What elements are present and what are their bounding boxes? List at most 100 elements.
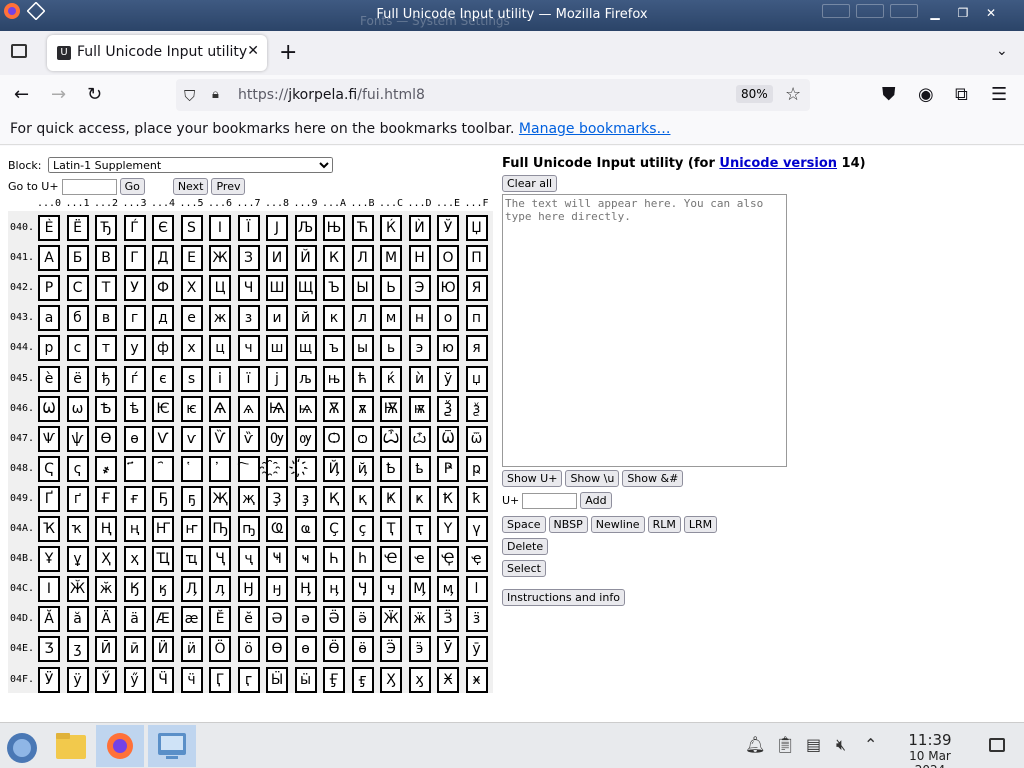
char-cell[interactable]: ӆ — [209, 576, 231, 603]
char-cell[interactable]: ҿ — [465, 546, 488, 573]
char-cell[interactable]: њ — [323, 365, 345, 392]
char-cell[interactable]: н — [408, 305, 431, 332]
char-cell[interactable]: Ӽ — [380, 666, 402, 693]
char-cell[interactable]: ҧ — [237, 516, 260, 542]
char-cell[interactable]: Ҙ — [266, 485, 288, 512]
char-cell[interactable]: ҕ — [180, 485, 203, 512]
char-cell[interactable]: З — [237, 245, 260, 272]
restore-icon[interactable]: ❐ — [952, 4, 974, 22]
go-button[interactable]: Go — [119, 178, 145, 195]
char-cell[interactable]: ѵ — [180, 425, 203, 452]
char-cell[interactable]: Ҽ — [380, 546, 402, 573]
char-cell[interactable]: Б — [66, 245, 89, 272]
char-cell[interactable]: У — [123, 275, 146, 302]
char-cell[interactable]: ҩ — [294, 516, 317, 542]
char-cell[interactable]: ѳ — [123, 425, 146, 452]
char-cell[interactable]: ѹ — [294, 425, 317, 452]
start-menu-button[interactable] — [0, 725, 48, 767]
char-cell[interactable]: з — [237, 305, 260, 332]
instructions-button[interactable]: Instructions and info — [502, 589, 625, 606]
char-cell[interactable]: Ӗ — [209, 606, 231, 633]
char-cell[interactable]: Ӣ — [95, 636, 117, 663]
char-cell[interactable]: Ӓ — [95, 606, 117, 633]
char-cell[interactable]: ѕ — [180, 365, 203, 392]
char-cell[interactable]: В — [95, 245, 117, 272]
newline-button[interactable]: Newline — [590, 516, 645, 533]
char-cell[interactable]: Җ — [209, 485, 231, 512]
char-cell[interactable]: ш — [266, 335, 288, 362]
char-cell[interactable]: ѿ — [465, 425, 488, 452]
char-cell[interactable]: Ҥ — [152, 516, 174, 542]
char-cell[interactable]: ђ — [95, 365, 117, 392]
char-cell[interactable]: Ѿ — [437, 425, 459, 452]
char-cell[interactable]: Љ — [294, 215, 317, 241]
char-cell[interactable]: Һ — [323, 546, 345, 573]
char-cell[interactable]: Ъ — [323, 275, 345, 302]
char-cell[interactable]: ґ — [66, 485, 89, 512]
char-cell[interactable]: ҷ — [237, 546, 260, 573]
tab-close-icon[interactable]: ✕ — [247, 43, 259, 59]
system-settings-taskbar-button[interactable] — [148, 725, 196, 767]
char-cell[interactable]: Щ — [294, 275, 317, 302]
notifications-icon[interactable]: 🔔︎ — [745, 735, 765, 754]
char-cell[interactable]: Ц — [209, 275, 231, 302]
char-cell[interactable]: Ӷ — [209, 666, 231, 693]
char-cell[interactable]: о — [437, 305, 459, 332]
char-cell[interactable]: ё — [66, 365, 89, 392]
char-cell[interactable]: Ң — [95, 516, 117, 542]
char-cell[interactable]: А — [38, 245, 60, 272]
char-cell[interactable]: д — [152, 305, 174, 332]
char-cell[interactable]: К — [323, 245, 345, 272]
char-cell[interactable]: ҏ — [465, 455, 488, 482]
char-cell[interactable]: Њ — [323, 215, 345, 241]
char-cell[interactable]: ж — [209, 305, 231, 332]
char-cell[interactable]: Т — [95, 275, 117, 302]
char-cell[interactable]: ӈ — [266, 576, 288, 603]
select-button[interactable]: Select — [502, 560, 546, 577]
char-cell[interactable]: Ӕ — [152, 606, 174, 633]
char-cell[interactable]: Ѵ — [152, 425, 174, 452]
clipboard-icon[interactable]: 📋︎ — [775, 735, 795, 754]
char-cell[interactable]: ӓ — [123, 606, 146, 633]
char-cell[interactable]: ӝ — [408, 606, 431, 633]
char-cell[interactable]: Я — [465, 275, 488, 302]
char-cell[interactable]: Ҳ — [95, 546, 117, 573]
char-cell[interactable]: Ѻ — [323, 425, 345, 452]
char-cell[interactable]: ҇ — [237, 455, 260, 482]
char-cell[interactable]: Н — [408, 245, 431, 272]
char-cell[interactable]: ч — [237, 335, 260, 362]
char-cell[interactable]: Ӂ — [66, 576, 89, 603]
char-cell[interactable]: ы — [351, 335, 374, 362]
char-cell[interactable]: ҳ — [123, 546, 146, 573]
char-cell[interactable]: ӄ — [152, 576, 174, 603]
char-cell[interactable]: ю — [437, 335, 459, 362]
char-cell[interactable]: Ӧ — [209, 636, 231, 663]
char-cell[interactable]: П — [465, 245, 488, 272]
char-cell[interactable]: х — [180, 335, 203, 362]
char-cell[interactable]: ѭ — [408, 395, 431, 422]
char-cell[interactable]: Ѹ — [266, 425, 288, 452]
char-cell[interactable]: Ӯ — [437, 636, 459, 663]
char-cell[interactable]: с — [66, 335, 89, 362]
account-icon[interactable]: ◉ — [918, 84, 934, 105]
next-button[interactable]: Next — [172, 178, 209, 195]
char-cell[interactable]: ә — [294, 606, 317, 633]
char-cell[interactable]: Ӌ — [351, 576, 374, 603]
char-cell[interactable]: Ѝ — [408, 215, 431, 241]
char-cell[interactable]: Ѫ — [323, 395, 345, 422]
char-cell[interactable]: ћ — [351, 365, 374, 392]
char-cell[interactable]: ӛ — [351, 606, 374, 633]
char-cell[interactable]: Ѭ — [380, 395, 402, 422]
char-cell[interactable]: Г — [123, 245, 146, 272]
char-cell[interactable]: ҂ — [95, 455, 117, 482]
char-cell[interactable]: љ — [294, 365, 317, 392]
lock-icon[interactable]: 🔒︎ — [212, 87, 219, 102]
char-cell[interactable]: ҈ — [266, 455, 288, 482]
char-cell[interactable]: Ѽ — [380, 425, 402, 452]
char-cell[interactable]: т — [95, 335, 117, 362]
char-cell[interactable]: Ӟ — [437, 606, 459, 633]
char-cell[interactable]: ӵ — [180, 666, 203, 693]
char-cell[interactable]: Ё — [66, 215, 89, 241]
char-cell[interactable]: Ѡ — [38, 395, 60, 422]
char-cell[interactable]: Ѓ — [123, 215, 146, 241]
